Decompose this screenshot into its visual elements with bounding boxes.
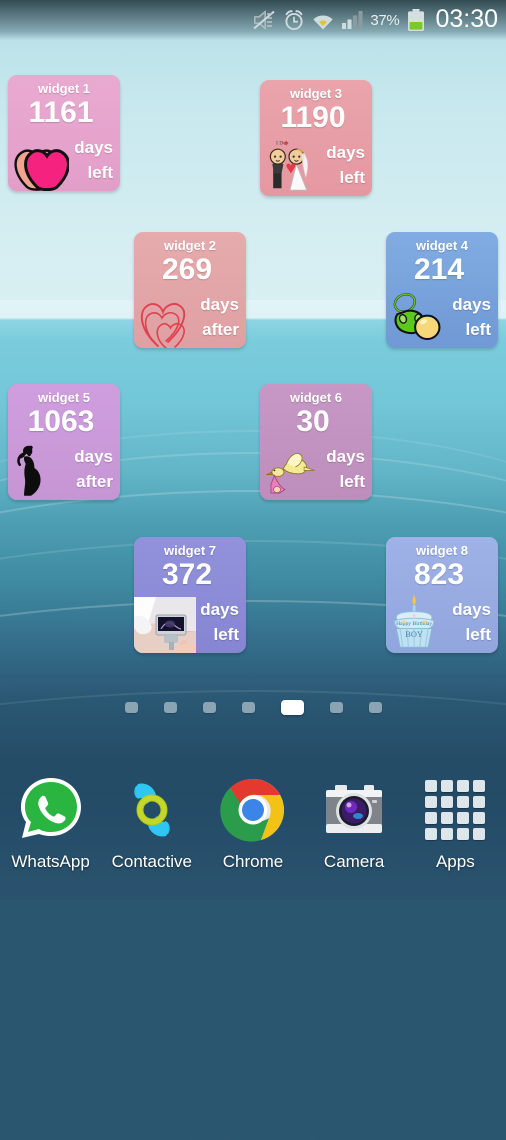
status-bar: 37% 03:30 [0,0,506,40]
widget-title: widget 8 [415,543,468,558]
page-indicator [0,700,506,715]
widget-title: widget 4 [415,238,468,253]
widget-days-label: days [452,295,491,314]
widget-number: 372 [161,558,213,591]
dock-item-whatsapp[interactable]: WhatsApp [0,774,101,872]
dock-label: Chrome [222,852,284,871]
widget-number: 1063 [27,405,95,438]
page-dot-2[interactable] [163,702,177,713]
dock-label: Camera [323,852,385,871]
dock: WhatsApp Contactive Chrome Camera Apps [0,770,506,900]
wedding-couple-icon: I Do [269,141,309,191]
widget-number: 823 [413,558,465,591]
countdown-widget-4[interactable]: widget 4 214 days left [386,232,498,348]
page-dot-6[interactable] [329,702,343,713]
dock-label: WhatsApp [11,852,90,871]
countdown-widget-8[interactable]: widget 8 823 days left Happy Birthday BO… [386,537,498,653]
countdown-widget-3[interactable]: widget 3 1190 days left I Do [260,80,372,196]
widget-unit-label: after [76,472,113,491]
page-dot-3[interactable] [202,702,216,713]
mute-icon [253,10,275,30]
widget-days-label: days [74,447,113,466]
svg-text:BOY: BOY [405,630,423,639]
dock-label: Contactive [111,852,192,871]
apps-grid-icon [419,774,491,846]
countdown-widget-7[interactable]: widget 7 372 days left [134,537,246,653]
battery-percent-label: 37% [370,11,400,29]
page-dot-4[interactable] [241,702,255,713]
widget-title: widget 6 [289,390,342,405]
heart-icon [14,149,69,191]
alarm-icon [285,10,303,31]
battery-icon [408,9,425,31]
dock-item-chrome[interactable]: Chrome [202,774,303,872]
widget-unit-label: left [87,163,114,182]
widget-days-label: days [74,138,113,157]
stork-icon [266,452,315,494]
widget-unit-label: left [465,625,492,644]
widget-unit-label: after [202,320,239,339]
clock-label: 03:30 [435,4,498,33]
widget-number: 30 [296,405,330,438]
two-hearts-outline-icon [140,303,186,348]
widget-number: 269 [161,253,213,286]
whatsapp-icon [20,778,81,838]
pacifier-icon [393,293,441,341]
chrome-icon [220,778,284,842]
widget-title: widget 5 [37,390,90,405]
widget-days-label: days [200,600,239,619]
camera-icon [326,785,383,833]
widget-unit-label: left [339,168,366,187]
widget-title: widget 3 [289,86,342,101]
widget-unit-label: left [339,472,366,491]
widget-unit-label: left [465,320,492,339]
ultrasound-photo-icon [134,597,196,653]
wifi-icon [313,15,333,30]
countdown-widget-1[interactable]: widget 1 1161 days left [8,75,120,191]
page-dot-1[interactable] [124,702,138,713]
widget-days-label: days [326,143,365,162]
widget-days-label: days [452,600,491,619]
page-dot-5-active[interactable] [280,700,304,715]
widget-title: widget 2 [163,238,216,253]
widget-number: 214 [413,253,465,286]
widget-unit-label: left [213,625,240,644]
widget-days-label: days [200,295,239,314]
countdown-widget-2[interactable]: widget 2 269 days after [134,232,246,348]
page-dot-7[interactable] [368,702,382,713]
widget-title: widget 1 [37,81,90,96]
dock-item-camera[interactable]: Camera [304,774,405,872]
dock-label: Apps [435,852,475,871]
countdown-widget-6[interactable]: widget 6 30 days left [260,384,372,500]
widget-days-label: days [326,447,365,466]
countdown-widget-5[interactable]: widget 5 1063 days after [8,384,120,500]
dock-item-apps[interactable]: Apps [405,774,506,872]
svg-text:Happy Birthday: Happy Birthday [396,621,432,627]
widget-number: 1161 [28,96,94,129]
signal-icon [342,11,363,29]
widget-number: 1190 [280,101,346,134]
contactive-icon [133,783,170,837]
pregnant-woman-icon [17,445,41,496]
dock-item-contactive[interactable]: Contactive [101,774,202,872]
widget-title: widget 7 [163,543,216,558]
birthday-cupcake-icon: Happy Birthday BOY [394,594,435,648]
